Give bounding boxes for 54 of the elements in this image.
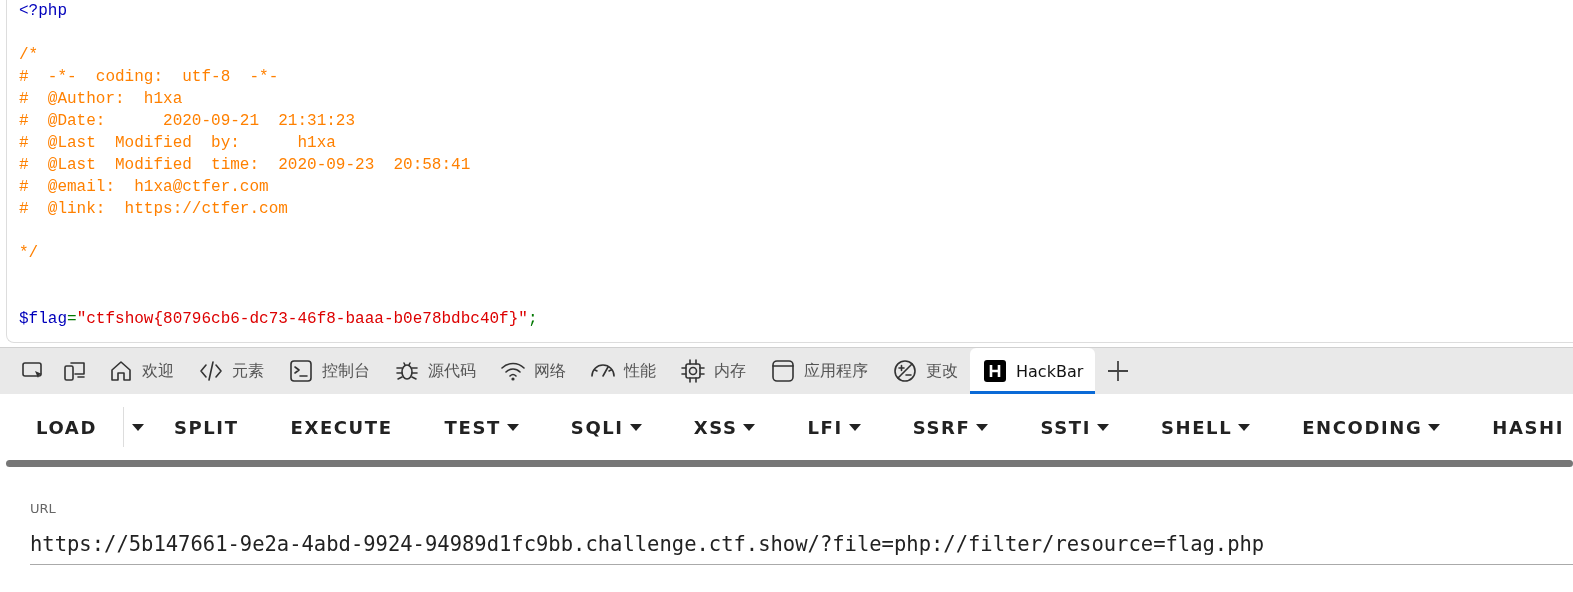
code-text: # @link: https://ctfer.com [19, 200, 288, 218]
toolbar-button[interactable]: HASHI [1466, 406, 1573, 448]
code-text: <?php [19, 2, 67, 20]
code-text: # -*- coding: utf-8 -*- [19, 68, 279, 86]
devtools-tab[interactable]: 应用程序 [758, 348, 880, 394]
menu-button[interactable]: SQLI [544, 406, 668, 448]
load-button[interactable]: LOAD [10, 406, 123, 448]
code-text: /* [19, 46, 39, 64]
code-text: # @Date: 2020-09-21 21:31:23 [19, 112, 356, 130]
code-text: ; [527, 310, 538, 328]
url-label: URL [30, 501, 57, 516]
menu-button[interactable]: SHELL [1134, 406, 1277, 448]
window-icon [770, 358, 796, 384]
code-icon [198, 358, 224, 384]
devtools-tab[interactable]: 控制台 [276, 348, 382, 394]
caret-icon [1238, 423, 1251, 431]
menu-button[interactable]: SSRF [886, 406, 1015, 448]
devtools-tab[interactable]: 欢迎 [96, 348, 186, 394]
menu-button[interactable]: XSS [667, 406, 782, 448]
console-icon [288, 358, 314, 384]
code-text: */ [19, 244, 39, 262]
caret-icon [1428, 423, 1441, 431]
caret-icon [976, 423, 989, 431]
code-text: "ctfshow{80796cb6-dc73-46f8-baaa-b0e78bdbc40f}" [76, 310, 528, 328]
devtools-tab[interactable]: 网络 [488, 348, 578, 394]
code-text: # @Last Modified by: h1xa [19, 134, 336, 152]
url-field[interactable]: https://5b147661-9e2a-4abd-9924-94989d1fc9bb.challenge.ctf.show/?file=php://filter/resource=flag.php [30, 532, 1573, 556]
menu-button[interactable]: SSTI [1014, 406, 1135, 448]
caret-icon [131, 423, 144, 431]
chip-icon [680, 358, 706, 384]
devtools-tab[interactable]: 性能 [578, 348, 668, 394]
devtools-tab[interactable]: 源代码 [382, 348, 488, 394]
code-text: = [67, 310, 77, 328]
caret-icon [629, 423, 642, 431]
caret-icon [1096, 423, 1109, 431]
devtools-tab[interactable]: 内存 [668, 348, 758, 394]
devtools-tab[interactable]: 更改 [880, 348, 970, 394]
caret-icon [848, 423, 861, 431]
menu-button[interactable]: ENCODING [1276, 406, 1467, 448]
menu-button[interactable]: TEST [418, 406, 545, 448]
code-text: $flag [19, 310, 67, 328]
home-icon [108, 358, 134, 384]
menu-button[interactable]: LFI [781, 406, 887, 448]
code-text: # @Last Modified time: 2020-09-23 20:58:41 [19, 156, 471, 174]
devtools-tab[interactable]: HackBar [970, 348, 1096, 394]
caret-icon [743, 423, 756, 431]
toolbar-button[interactable]: SPLIT [147, 406, 265, 448]
devtools-tab[interactable]: 元素 [186, 348, 276, 394]
changes-icon [892, 358, 918, 384]
hackbar-logo-icon [982, 358, 1008, 384]
caret-icon [506, 423, 519, 431]
code-text: # @Author: h1xa [19, 90, 183, 108]
toolbar-button[interactable]: EXECUTE [264, 406, 419, 448]
code-text: # @email: h1xa@ctfer.com [19, 178, 269, 196]
